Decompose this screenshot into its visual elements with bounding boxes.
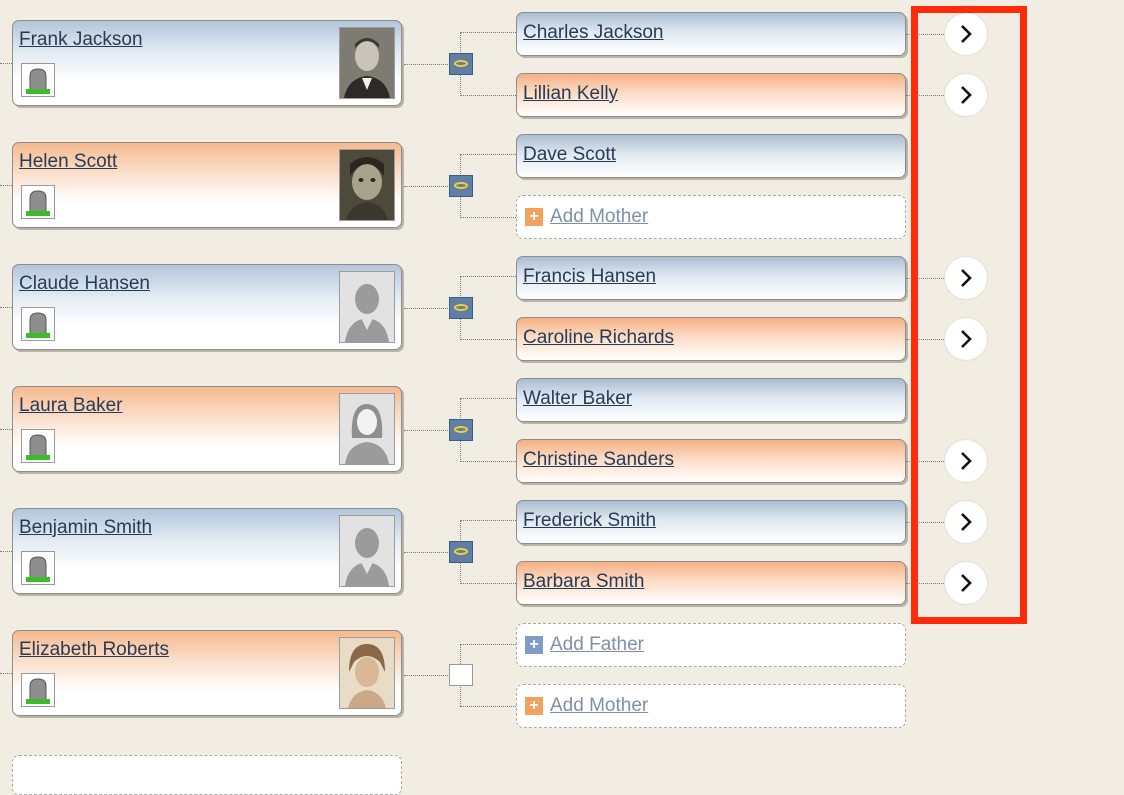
marriage-icon[interactable] bbox=[449, 419, 473, 441]
parent-card-walter-baker[interactable]: Walter Baker bbox=[516, 378, 906, 422]
person-name[interactable]: Helen Scott bbox=[19, 151, 117, 173]
marriage-icon[interactable] bbox=[449, 297, 473, 319]
male-silhouette-icon bbox=[339, 271, 395, 343]
parent-card-christine-sanders[interactable]: Christine Sanders bbox=[516, 439, 906, 483]
plus-icon: + bbox=[525, 697, 543, 715]
father-name[interactable]: Frederick Smith bbox=[523, 510, 656, 532]
father-name[interactable]: Walter Baker bbox=[523, 388, 632, 410]
gravestone-icon[interactable] bbox=[21, 551, 55, 585]
parent-card-francis-hansen[interactable]: Francis Hansen bbox=[516, 256, 906, 300]
female-silhouette-icon bbox=[339, 393, 395, 465]
marriage-icon[interactable] bbox=[449, 53, 473, 75]
add-father-card[interactable]: + Add Father bbox=[516, 623, 906, 667]
person-card-frank-jackson[interactable]: Frank Jackson bbox=[12, 20, 402, 106]
add-mother-card[interactable]: + Add Mother bbox=[516, 195, 906, 239]
person-name[interactable]: Frank Jackson bbox=[19, 29, 143, 51]
person-photo bbox=[339, 637, 395, 709]
plus-icon: + bbox=[525, 208, 543, 226]
father-name[interactable]: Charles Jackson bbox=[523, 22, 663, 44]
person-card-claude-hansen[interactable]: Claude Hansen bbox=[12, 264, 402, 350]
highlight-annotation-box bbox=[911, 6, 1027, 624]
plus-icon: + bbox=[525, 636, 543, 654]
mother-name[interactable]: Caroline Richards bbox=[523, 327, 674, 349]
person-name[interactable]: Claude Hansen bbox=[19, 273, 150, 295]
marriage-icon[interactable] bbox=[449, 541, 473, 563]
marriage-icon[interactable] bbox=[449, 175, 473, 197]
mother-name[interactable]: Christine Sanders bbox=[523, 449, 674, 471]
parent-card-dave-scott[interactable]: Dave Scott bbox=[516, 134, 906, 178]
person-photo bbox=[339, 27, 395, 99]
person-card-benjamin-smith[interactable]: Benjamin Smith bbox=[12, 508, 402, 594]
person-name[interactable]: Benjamin Smith bbox=[19, 517, 152, 539]
parent-card-caroline-richards[interactable]: Caroline Richards bbox=[516, 317, 906, 361]
gravestone-icon[interactable] bbox=[21, 63, 55, 97]
person-card-helen-scott[interactable]: Helen Scott bbox=[12, 142, 402, 228]
add-mother-link[interactable]: Add Mother bbox=[550, 206, 648, 228]
parent-card-frederick-smith[interactable]: Frederick Smith bbox=[516, 500, 906, 544]
add-mother-link[interactable]: Add Mother bbox=[550, 695, 648, 717]
mother-name[interactable]: Barbara Smith bbox=[523, 571, 644, 593]
parent-card-lillian-kelly[interactable]: Lillian Kelly bbox=[516, 73, 906, 117]
add-mother-card[interactable]: + Add Mother bbox=[516, 684, 906, 728]
person-name[interactable]: Elizabeth Roberts bbox=[19, 639, 169, 661]
male-silhouette-icon bbox=[339, 515, 395, 587]
person-name[interactable]: Laura Baker bbox=[19, 395, 123, 417]
gravestone-icon[interactable] bbox=[21, 185, 55, 219]
gravestone-icon[interactable] bbox=[21, 673, 55, 707]
father-name[interactable]: Francis Hansen bbox=[523, 266, 656, 288]
person-card-elizabeth-roberts[interactable]: Elizabeth Roberts bbox=[12, 630, 402, 716]
person-card-laura-baker[interactable]: Laura Baker bbox=[12, 386, 402, 472]
father-name[interactable]: Dave Scott bbox=[523, 144, 616, 166]
person-photo bbox=[339, 149, 395, 221]
marriage-icon-empty[interactable] bbox=[449, 664, 473, 686]
parent-card-charles-jackson[interactable]: Charles Jackson bbox=[516, 12, 906, 56]
mother-name[interactable]: Lillian Kelly bbox=[523, 83, 618, 105]
add-father-link[interactable]: Add Father bbox=[550, 634, 644, 656]
gravestone-icon[interactable] bbox=[21, 307, 55, 341]
gravestone-icon[interactable] bbox=[21, 429, 55, 463]
parent-card-barbara-smith[interactable]: Barbara Smith bbox=[516, 561, 906, 605]
add-father-card-partial[interactable] bbox=[12, 755, 402, 795]
